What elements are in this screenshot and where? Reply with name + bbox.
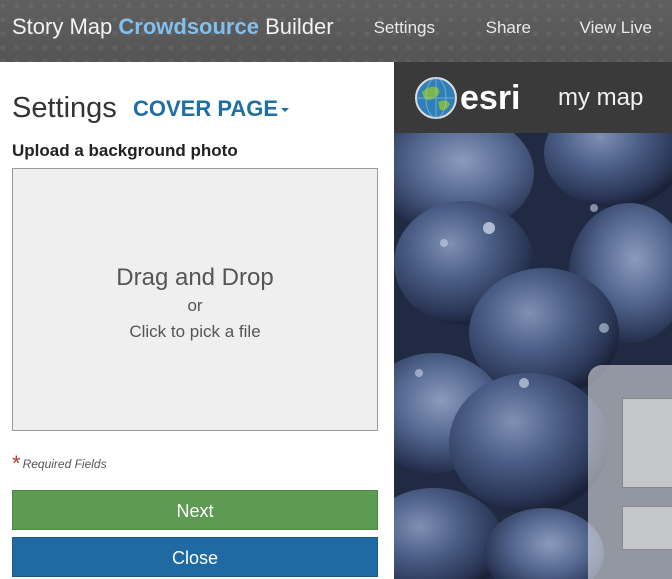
upload-label: Upload a background photo bbox=[12, 141, 238, 160]
top-bar: Story Map Crowdsource Builder Settings S… bbox=[0, 0, 672, 62]
photo-dropzone[interactable]: Drag and Drop or Click to pick a file bbox=[12, 168, 378, 431]
nav-view-live[interactable]: View Live bbox=[580, 15, 652, 41]
story-preview: esri my map bbox=[394, 62, 672, 579]
section-dropdown-label: COVER PAGE bbox=[133, 96, 279, 121]
panel-title: Settings bbox=[12, 92, 117, 124]
nav-settings[interactable]: Settings bbox=[374, 15, 435, 41]
dropzone-main-text: Drag and Drop bbox=[116, 264, 274, 291]
esri-logo: esri bbox=[414, 76, 526, 120]
required-fields-note: * Required Fields bbox=[12, 453, 107, 475]
map-title: my map bbox=[558, 84, 644, 111]
required-star: * bbox=[12, 451, 21, 476]
globe-icon: esri bbox=[415, 77, 521, 119]
required-text: Required Fields bbox=[22, 457, 107, 471]
overlay-field-2 bbox=[622, 506, 672, 550]
caret-down-icon bbox=[281, 108, 290, 113]
overlay-field-1 bbox=[622, 398, 672, 488]
preview-header: esri my map bbox=[394, 62, 672, 133]
app-title-accent: Crowdsource bbox=[118, 14, 259, 39]
next-button[interactable]: Next bbox=[12, 490, 378, 530]
svg-text:esri: esri bbox=[460, 79, 521, 117]
app-title: Story Map Crowdsource Builder bbox=[12, 12, 334, 42]
close-button[interactable]: Close bbox=[12, 537, 378, 577]
app-title-prefix: Story Map bbox=[12, 14, 119, 39]
dropzone-pick-text: Click to pick a file bbox=[129, 322, 261, 341]
dropzone-or-text: or bbox=[187, 296, 203, 315]
app-title-suffix: Builder bbox=[258, 14, 334, 39]
nav-share[interactable]: Share bbox=[486, 15, 531, 41]
section-dropdown[interactable]: COVER PAGE bbox=[133, 95, 290, 123]
settings-panel: Settings COVER PAGE Upload a background … bbox=[0, 62, 394, 579]
